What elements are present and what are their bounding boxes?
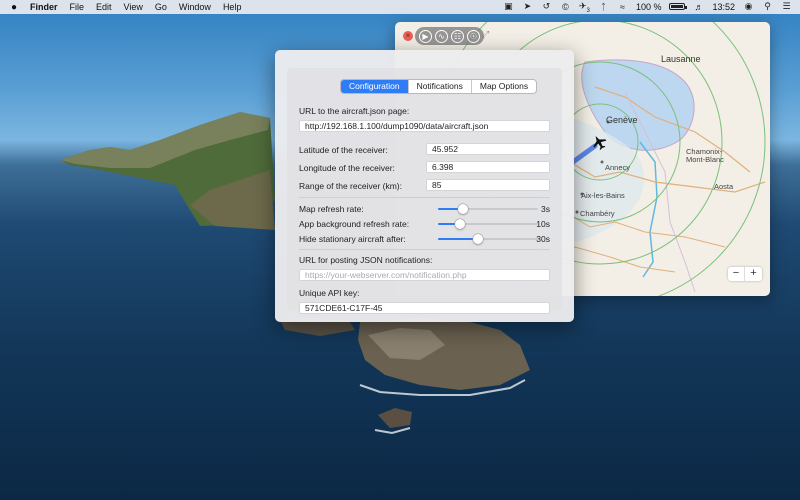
zoom-in-button[interactable]: + — [745, 267, 762, 281]
apple-menu-icon[interactable]: ● — [8, 2, 20, 13]
menu-bar: ● Finder File Edit View Go Window Help ▣… — [0, 0, 800, 14]
api-key-field[interactable] — [299, 302, 550, 314]
volume-icon[interactable]: ♬ — [693, 2, 704, 12]
hide-stationary-label: Hide stationary aircraft after: — [299, 234, 406, 244]
preferences-popover: Configuration Notifications Map Options … — [275, 50, 574, 322]
play-icon[interactable]: ▶ — [419, 29, 432, 43]
map-refresh-slider[interactable] — [438, 204, 538, 214]
battery-icon[interactable] — [669, 3, 688, 11]
zoom-out-button[interactable]: − — [728, 267, 745, 281]
notification-center-icon[interactable]: ☰ — [781, 1, 792, 12]
map-label-aosta: Aosta — [714, 182, 734, 191]
globe-icon[interactable]: ☉ — [467, 29, 480, 43]
api-key-label: Unique API key: — [299, 288, 360, 298]
latitude-field[interactable] — [426, 143, 550, 155]
tab-notifications[interactable]: Notifications — [409, 80, 472, 93]
map-label-chambery: Chambéry — [580, 209, 615, 218]
clock[interactable]: 13:52 — [712, 2, 735, 12]
battery-fill — [671, 5, 684, 9]
wifi-icon[interactable]: ≈ — [617, 2, 628, 12]
tab-map-options[interactable]: Map Options — [472, 80, 536, 93]
url-field[interactable] — [299, 120, 550, 132]
longitude-label: Longitude of the receiver: — [299, 163, 395, 173]
divider — [299, 249, 550, 250]
chart-icon[interactable]: ∿ — [435, 29, 448, 43]
slider-knob[interactable] — [455, 219, 465, 229]
battery-percent: 100 % — [635, 1, 662, 12]
map-label-aix: Aix-les-Bains — [581, 191, 625, 200]
map-label-chamonix: Chamonix-Mont-Blanc — [686, 147, 724, 164]
status-area: ▣ ➤ ↺ © ✈3 ᛏ ≈ 100 % ♬ 13:52 ◉ ⚲ ☰ — [503, 1, 792, 14]
background-refresh-value: 10s — [536, 219, 550, 229]
divider — [299, 197, 550, 198]
rocket-icon[interactable]: ➤ — [522, 1, 533, 12]
menu-view[interactable]: View — [124, 2, 143, 12]
siri-icon[interactable]: ◉ — [743, 1, 754, 12]
aircraft-icon[interactable]: ✈3 — [579, 1, 590, 14]
tab-bar: Configuration Notifications Map Options — [340, 79, 538, 94]
menu-go[interactable]: Go — [155, 2, 167, 12]
background-refresh-slider[interactable] — [438, 219, 538, 229]
train-icon[interactable]: ▣ — [503, 1, 514, 12]
copyright-icon[interactable]: © — [560, 2, 571, 12]
post-url-field[interactable] — [299, 269, 550, 281]
time-machine-icon[interactable]: ↺ — [541, 1, 552, 12]
range-label: Range of the receiver (km): — [299, 181, 402, 191]
hide-stationary-slider[interactable] — [438, 234, 538, 244]
map-refresh-value: 3s — [541, 204, 550, 214]
bluetooth-icon[interactable]: ᛏ — [598, 2, 609, 12]
post-url-label: URL for posting JSON notifications: — [299, 255, 433, 265]
map-label-lausanne: Lausanne — [661, 54, 701, 64]
slider-knob[interactable] — [473, 234, 483, 244]
url-label: URL to the aircraft.json page: — [299, 106, 410, 116]
slider-knob[interactable] — [458, 204, 468, 214]
menu-app-name[interactable]: Finder — [30, 2, 58, 12]
menu-window[interactable]: Window — [179, 2, 211, 12]
preferences-panel: Configuration Notifications Map Options … — [287, 68, 562, 314]
background-refresh-label: App background refresh rate: — [299, 219, 410, 229]
tab-configuration[interactable]: Configuration — [341, 80, 409, 93]
aircraft-count: 3 — [586, 7, 590, 14]
latitude-label: Latitude of the receiver: — [299, 145, 388, 155]
menu-file[interactable]: File — [70, 2, 85, 12]
map-refresh-label: Map refresh rate: — [299, 204, 364, 214]
map-label-annecy: Annecy — [605, 163, 631, 172]
longitude-field[interactable] — [426, 161, 550, 173]
map-toolbar: ▶ ∿ ☷ ☉ — [415, 27, 484, 45]
spotlight-search-icon[interactable]: ⚲ — [762, 1, 773, 12]
map-close-button[interactable]: × — [403, 31, 413, 41]
map-label-geneve: Genève — [606, 115, 638, 125]
menu-help[interactable]: Help — [223, 2, 242, 12]
expand-icon[interactable]: ⤢ — [482, 29, 489, 40]
range-field[interactable] — [426, 179, 550, 191]
zoom-controls: − + — [728, 267, 762, 281]
globe-grid-icon[interactable]: ☷ — [451, 29, 464, 43]
hide-stationary-value: 30s — [536, 234, 550, 244]
menu-edit[interactable]: Edit — [96, 2, 112, 12]
